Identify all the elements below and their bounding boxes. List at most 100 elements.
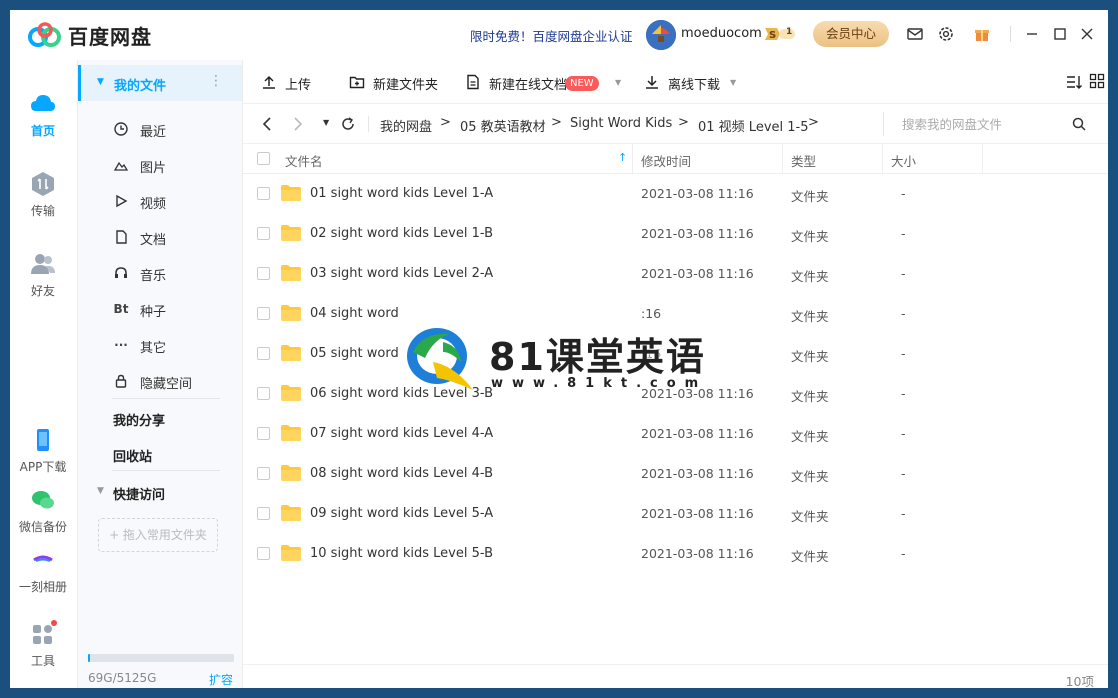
file-name[interactable]: 01 sight word kids Level 1-A [310, 186, 493, 201]
sidebar-item-hidden-space[interactable]: 隐藏空间 [78, 363, 242, 399]
search-icon[interactable] [1072, 117, 1086, 131]
column-divider [982, 144, 983, 174]
column-header-size[interactable]: 大小 [891, 151, 916, 170]
table-row[interactable]: 10 sight word kids Level 5-B 2021-03-08 1… [243, 534, 1108, 574]
file-type: 文件夹 [791, 229, 829, 244]
file-name[interactable]: 04 sight word [310, 306, 399, 321]
row-checkbox[interactable] [257, 227, 270, 240]
vip-center-button[interactable]: 会员中心 [813, 21, 889, 47]
file-name[interactable]: 08 sight word kids Level 4-B [310, 466, 493, 481]
quick-access-drop-zone[interactable]: + 拖入常用文件夹 [98, 518, 218, 552]
nav-transfer[interactable]: 传输 [10, 170, 76, 219]
modified-time: 2021-03-08 11:16 [641, 426, 754, 441]
mail-icon[interactable] [905, 24, 925, 44]
row-checkbox[interactable] [257, 547, 270, 560]
breadcrumb-item[interactable]: Sight Word Kids [570, 116, 672, 131]
table-row[interactable]: 01 sight word kids Level 1-A 2021-03-08 1… [243, 174, 1108, 214]
row-checkbox[interactable] [257, 427, 270, 440]
new-online-doc-button[interactable]: 新建在线文档 NEW ▼ [465, 73, 625, 93]
sort-icon[interactable] [1065, 73, 1083, 91]
new-folder-button[interactable]: 新建文件夹 [349, 73, 439, 93]
clock-icon [114, 122, 128, 136]
sidebar-item-images[interactable]: 图片 [78, 147, 242, 183]
minimize-icon[interactable] [1022, 24, 1042, 44]
file-name[interactable]: 05 sight word [310, 346, 399, 361]
username[interactable]: moeduocom [681, 26, 762, 41]
sidebar-item-others[interactable]: ··· 其它 [78, 327, 242, 363]
titlebar-divider [1010, 26, 1011, 42]
folder-icon [281, 305, 301, 321]
grid-view-icon[interactable] [1089, 73, 1105, 89]
column-header-name[interactable]: 文件名 [285, 151, 323, 170]
nav-friends[interactable]: 好友 [10, 250, 76, 299]
download-icon [646, 76, 658, 89]
nav-album[interactable]: 一刻相册 [10, 546, 76, 595]
enterprise-promo-link[interactable]: 限时免费！百度网盘企业认证 [470, 26, 633, 45]
row-checkbox[interactable] [257, 267, 270, 280]
caret-down-icon[interactable]: ▼ [97, 486, 104, 496]
row-checkbox[interactable] [257, 347, 270, 360]
maximize-icon[interactable] [1050, 24, 1070, 44]
column-header-type[interactable]: 类型 [791, 151, 816, 170]
more-vertical-icon[interactable]: ⋮ [209, 73, 223, 89]
table-row[interactable]: 03 sight word kids Level 2-A 2021-03-08 1… [243, 254, 1108, 294]
upload-button[interactable]: 上传 [261, 73, 321, 93]
sort-ascending-icon[interactable]: ↑ [618, 151, 627, 164]
file-name[interactable]: 07 sight word kids Level 4-A [310, 426, 493, 441]
refresh-icon[interactable] [340, 116, 356, 132]
row-checkbox[interactable] [257, 467, 270, 480]
settings-icon[interactable] [936, 24, 956, 44]
close-icon[interactable] [1077, 24, 1097, 44]
folder-icon [281, 225, 301, 241]
expand-storage-link[interactable]: 扩容 [209, 671, 233, 688]
file-name[interactable]: 03 sight word kids Level 2-A [310, 266, 493, 281]
column-header-time[interactable]: 修改时间 [641, 151, 691, 170]
nav-home[interactable]: 首页 [10, 90, 76, 139]
sidebar-item-music[interactable]: 音乐 [78, 255, 242, 291]
select-all-checkbox[interactable] [257, 152, 270, 165]
sidebar-item-recent[interactable]: 最近 [78, 111, 242, 147]
nav-wechat-backup[interactable]: 微信备份 [10, 486, 76, 535]
table-row[interactable]: 07 sight word kids Level 4-A 2021-03-08 1… [243, 414, 1108, 454]
row-checkbox[interactable] [257, 507, 270, 520]
file-size: - [901, 306, 906, 321]
forward-icon[interactable] [290, 116, 304, 132]
table-row[interactable]: 09 sight word kids Level 5-A 2021-03-08 1… [243, 494, 1108, 534]
file-type: 文件夹 [791, 309, 829, 324]
history-dropdown-icon[interactable]: ▼ [323, 118, 329, 127]
sidebar-item-recycle-bin[interactable]: 回收站 [113, 446, 152, 465]
new-badge: NEW [565, 76, 599, 91]
storage-quota-text: 69G/5125G [88, 671, 157, 685]
row-checkbox[interactable] [257, 187, 270, 200]
breadcrumb-item[interactable]: 05 教英语教材 [460, 116, 546, 135]
sidebar-item-my-files[interactable]: ▼ 我的文件 ⋮ [78, 65, 242, 101]
file-name[interactable]: 02 sight word kids Level 1-B [310, 226, 493, 241]
nav-app-download[interactable]: APP下载 [10, 426, 76, 475]
breadcrumb-item-current[interactable]: 01 视频 Level 1-5 [698, 116, 809, 135]
table-row[interactable]: 02 sight word kids Level 1-B 2021-03-08 1… [243, 214, 1108, 254]
breadcrumb-separator: > [808, 115, 819, 130]
avatar[interactable] [646, 20, 676, 50]
table-row[interactable]: 08 sight word kids Level 4-B 2021-03-08 1… [243, 454, 1108, 494]
sidebar-item-torrents[interactable]: Bt 种子 [78, 291, 242, 327]
folder-icon [281, 265, 301, 281]
sidebar-item-videos[interactable]: 视频 [78, 183, 242, 219]
gift-icon[interactable] [972, 24, 992, 44]
file-name[interactable]: 09 sight word kids Level 5-A [310, 506, 493, 521]
caret-down-icon[interactable]: ▼ [730, 78, 736, 87]
nav-tools[interactable]: 工具 [10, 620, 76, 669]
row-checkbox[interactable] [257, 307, 270, 320]
caret-down-icon[interactable]: ▼ [615, 78, 621, 87]
breadcrumb-item[interactable]: 我的网盘 [380, 116, 432, 135]
back-icon[interactable] [261, 116, 275, 132]
search-input[interactable] [902, 114, 1062, 134]
sidebar-item-my-share[interactable]: 我的分享 [113, 410, 165, 429]
file-size: - [901, 466, 906, 481]
row-checkbox[interactable] [257, 387, 270, 400]
offline-download-button[interactable]: 离线下载 ▼ [644, 73, 744, 93]
caret-down-icon[interactable]: ▼ [97, 77, 104, 87]
file-type: 文件夹 [791, 469, 829, 484]
file-name[interactable]: 10 sight word kids Level 5-B [310, 546, 493, 561]
new-folder-icon [349, 76, 365, 89]
sidebar-item-documents[interactable]: 文档 [78, 219, 242, 255]
